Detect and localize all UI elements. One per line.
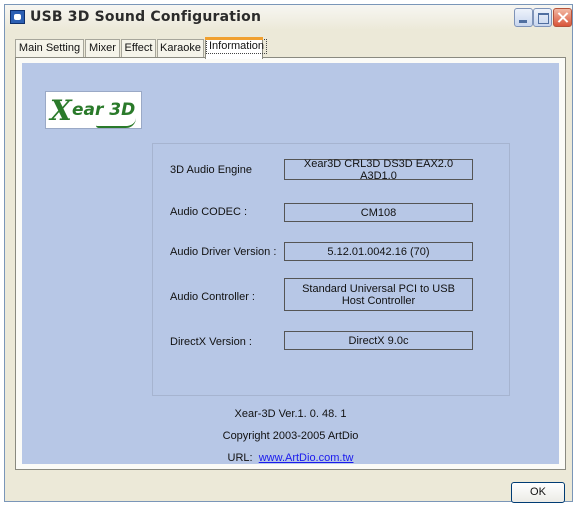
info-group: 3D Audio Engine Xear3D CRL3D DS3D EAX2.0… xyxy=(152,143,510,396)
audio-controller-value: Standard Universal PCI to USB Host Contr… xyxy=(284,278,473,311)
usb-app-icon xyxy=(10,10,25,24)
minimize-button[interactable] xyxy=(514,8,533,27)
directx-version-value: DirectX 9.0c xyxy=(284,331,473,350)
information-page: X ear 3D 3D Audio Engine Xear3D CRL3D DS… xyxy=(22,63,559,464)
tab-main-setting[interactable]: Main Setting xyxy=(15,39,84,58)
tab-effect[interactable]: Effect xyxy=(121,39,156,58)
logo-x: X xyxy=(50,94,72,127)
audio-controller-label: Audio Controller : xyxy=(170,291,255,303)
url-label: URL: xyxy=(227,452,253,464)
audio-codec-value: CM108 xyxy=(284,203,473,222)
artdio-url-link[interactable]: www.ArtDio.com.tw xyxy=(259,452,354,464)
logo-text: ear 3D xyxy=(72,100,136,120)
ok-button[interactable]: OK xyxy=(511,482,565,503)
copyright-text: Copyright 2003-2005 ArtDio xyxy=(222,430,359,442)
url-line: URL: www.ArtDio.com.tw xyxy=(22,452,559,464)
tab-label: Effect xyxy=(124,42,153,54)
version-text: Xear-3D Ver.1. 0. 48. 1 xyxy=(234,408,347,420)
audio-engine-value: Xear3D CRL3D DS3D EAX2.0 A3D1.0 xyxy=(284,158,473,182)
config-window: USB 3D Sound Configuration Main Setting … xyxy=(4,4,573,503)
tab-panel: X ear 3D 3D Audio Engine Xear3D CRL3D DS… xyxy=(15,57,566,470)
audio-codec-label: Audio CODEC : xyxy=(170,206,248,218)
tab-label: Main Setting xyxy=(18,42,81,54)
window-title: USB 3D Sound Configuration xyxy=(30,9,262,25)
directx-version-label: DirectX Version : xyxy=(170,336,252,348)
tab-karaoke[interactable]: Karaoke xyxy=(157,39,204,58)
tab-label: Information xyxy=(206,39,268,54)
close-button[interactable] xyxy=(553,8,572,27)
driver-version-label: Audio Driver Version : xyxy=(170,246,277,258)
driver-version-value: 5.12.01.0042.16 (70) xyxy=(284,242,473,261)
maximize-button[interactable] xyxy=(533,8,552,27)
xear3d-logo: X ear 3D xyxy=(45,91,142,129)
tab-information[interactable]: Information xyxy=(205,37,268,59)
audio-engine-label: 3D Audio Engine xyxy=(170,164,252,176)
tab-label: Karaoke xyxy=(160,42,201,54)
tab-mixer[interactable]: Mixer xyxy=(85,39,120,58)
tab-label: Mixer xyxy=(89,42,116,54)
title-bar[interactable]: USB 3D Sound Configuration xyxy=(5,5,572,30)
logo-swoosh xyxy=(96,118,136,128)
